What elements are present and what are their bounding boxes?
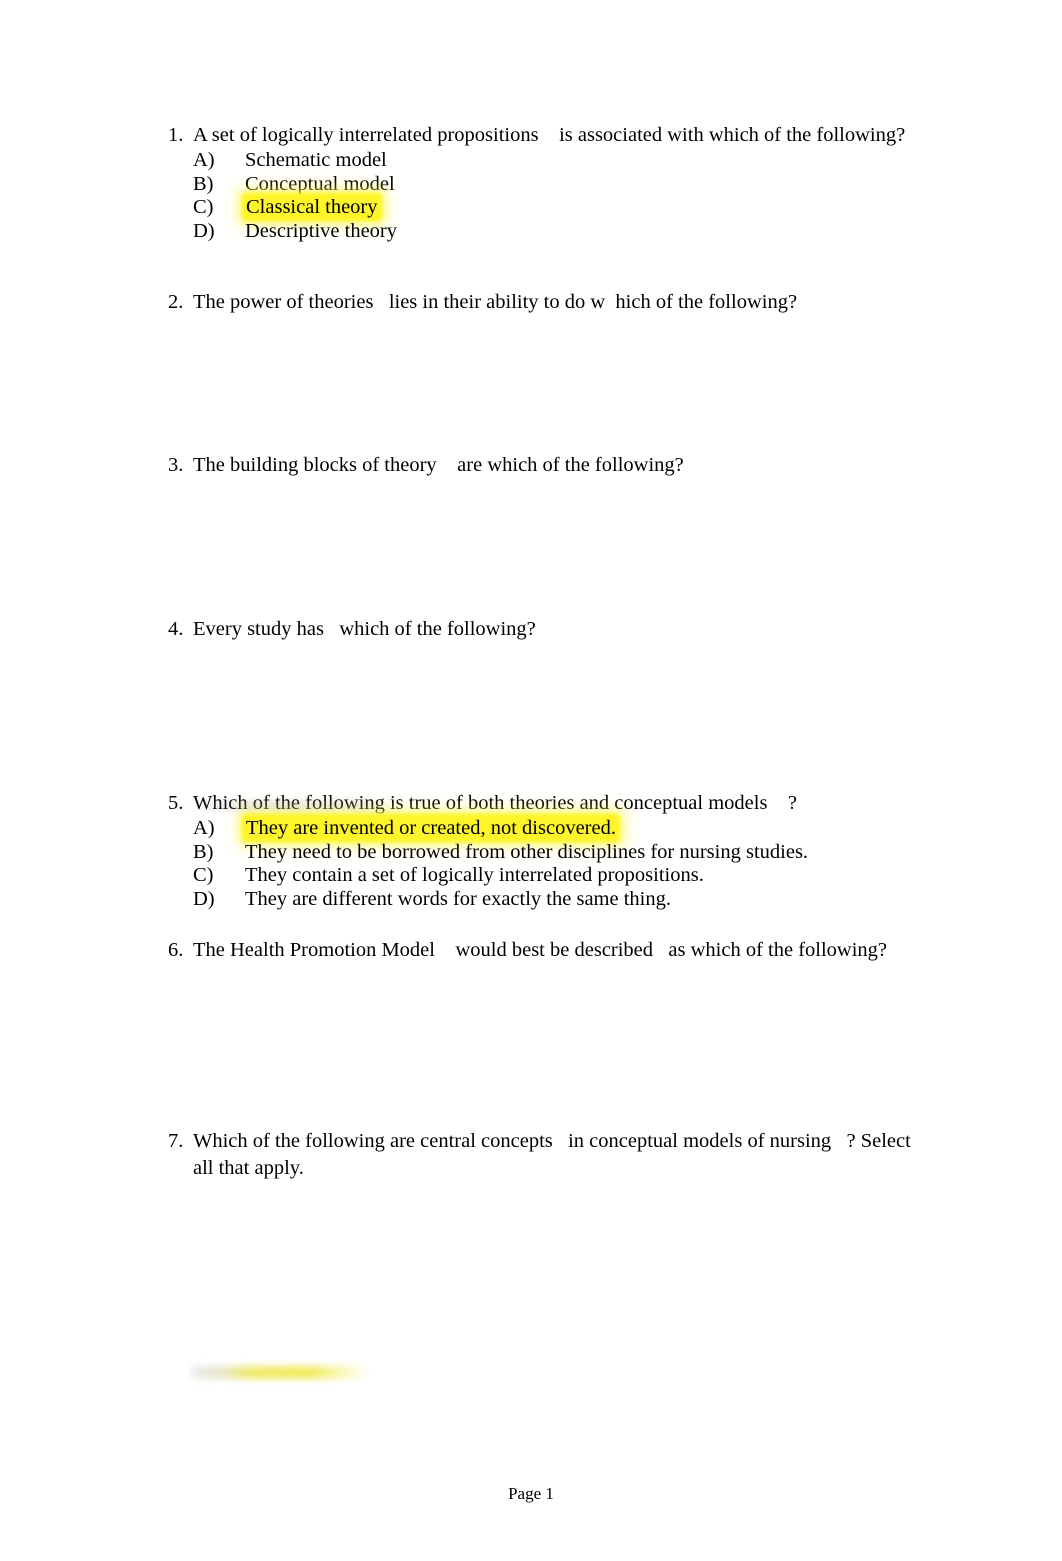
question-5-number: 5. <box>168 792 184 814</box>
page-footer: Page 1 <box>0 1483 1062 1504</box>
option-letter: C) <box>193 196 214 218</box>
option-text: They need to be borrowed from other disc… <box>245 840 809 863</box>
option-text-highlighted: Classical theory <box>245 196 379 218</box>
faded-highlight-remnant-lower <box>192 1366 370 1379</box>
question-7-heading: 7. Which of the following are central co… <box>168 1128 928 1182</box>
option-letter: A) <box>193 149 215 171</box>
question-2-number: 2. <box>168 291 184 313</box>
question-1-options: A) Schematic model B) Conceptual model C… <box>168 149 928 243</box>
question-6-heading: 6. The Health Promotion Model would best… <box>168 937 928 964</box>
option-text: They contain a set of logically interrel… <box>245 864 704 886</box>
option-letter: D) <box>193 219 215 242</box>
question-1: 1. A set of logically interrelated propo… <box>168 122 928 243</box>
question-5-text: Which of the following is true of both t… <box>193 792 798 814</box>
question-2: 2. The power of theories lies in their a… <box>168 289 928 316</box>
option-text: Schematic model <box>245 149 387 171</box>
question-6-text: The Health Promotion Model would best be… <box>193 939 888 961</box>
option-text: They are different words for exactly the… <box>245 887 671 910</box>
question-5-heading: 5. Which of the following is true of bot… <box>168 790 928 817</box>
question-4: 4. Every study has which of the followin… <box>168 616 928 643</box>
question-1-number: 1. <box>168 124 184 146</box>
question-2-text: The power of theories lies in their abil… <box>193 291 798 313</box>
question-7-text: Which of the following are central conce… <box>193 1130 916 1179</box>
question-2-heading: 2. The power of theories lies in their a… <box>168 289 928 316</box>
question-5: 5. Which of the following is true of bot… <box>168 790 928 911</box>
option-letter: A) <box>193 817 215 839</box>
option-letter: D) <box>193 887 215 910</box>
question-1-option-a[interactable]: A) Schematic model <box>168 149 928 173</box>
question-list: 1. A set of logically interrelated propo… <box>168 122 928 1182</box>
question-1-option-c[interactable]: C) Classical theory <box>168 196 928 220</box>
question-3-text: The building blocks of theory are which … <box>193 454 684 476</box>
option-text-highlighted: They are invented or created, not discov… <box>245 817 617 839</box>
question-6: 6. The Health Promotion Model would best… <box>168 937 928 964</box>
page-number-label: Page 1 <box>508 1484 554 1503</box>
question-4-text: Every study has which of the following? <box>193 618 536 640</box>
question-4-number: 4. <box>168 618 184 640</box>
question-1-option-d[interactable]: D) Descriptive theory <box>168 220 928 244</box>
document-page: 1. A set of logically interrelated propo… <box>0 0 1062 1561</box>
question-5-option-c[interactable]: C) They contain a set of logically inter… <box>168 864 928 888</box>
question-1-option-b[interactable]: B) Conceptual model <box>168 173 928 197</box>
question-4-heading: 4. Every study has which of the followin… <box>168 616 928 643</box>
option-letter: C) <box>193 864 214 886</box>
question-7-number: 7. <box>168 1130 184 1152</box>
option-letter: B) <box>193 172 214 195</box>
question-1-text: A set of logically interrelated proposit… <box>193 124 906 146</box>
option-letter: B) <box>193 840 214 863</box>
question-3: 3. The building blocks of theory are whi… <box>168 452 928 479</box>
option-text: Conceptual model <box>245 172 395 195</box>
question-5-option-a[interactable]: A) They are invented or created, not dis… <box>168 817 928 841</box>
question-1-heading: 1. A set of logically interrelated propo… <box>168 122 928 149</box>
question-6-number: 6. <box>168 939 184 961</box>
option-text: Descriptive theory <box>245 219 397 242</box>
question-7: 7. Which of the following are central co… <box>168 1128 928 1182</box>
question-5-options: A) They are invented or created, not dis… <box>168 817 928 911</box>
question-3-heading: 3. The building blocks of theory are whi… <box>168 452 928 479</box>
question-3-number: 3. <box>168 454 184 476</box>
question-5-option-b[interactable]: B) They need to be borrowed from other d… <box>168 841 928 865</box>
question-5-option-d[interactable]: D) They are different words for exactly … <box>168 888 928 912</box>
